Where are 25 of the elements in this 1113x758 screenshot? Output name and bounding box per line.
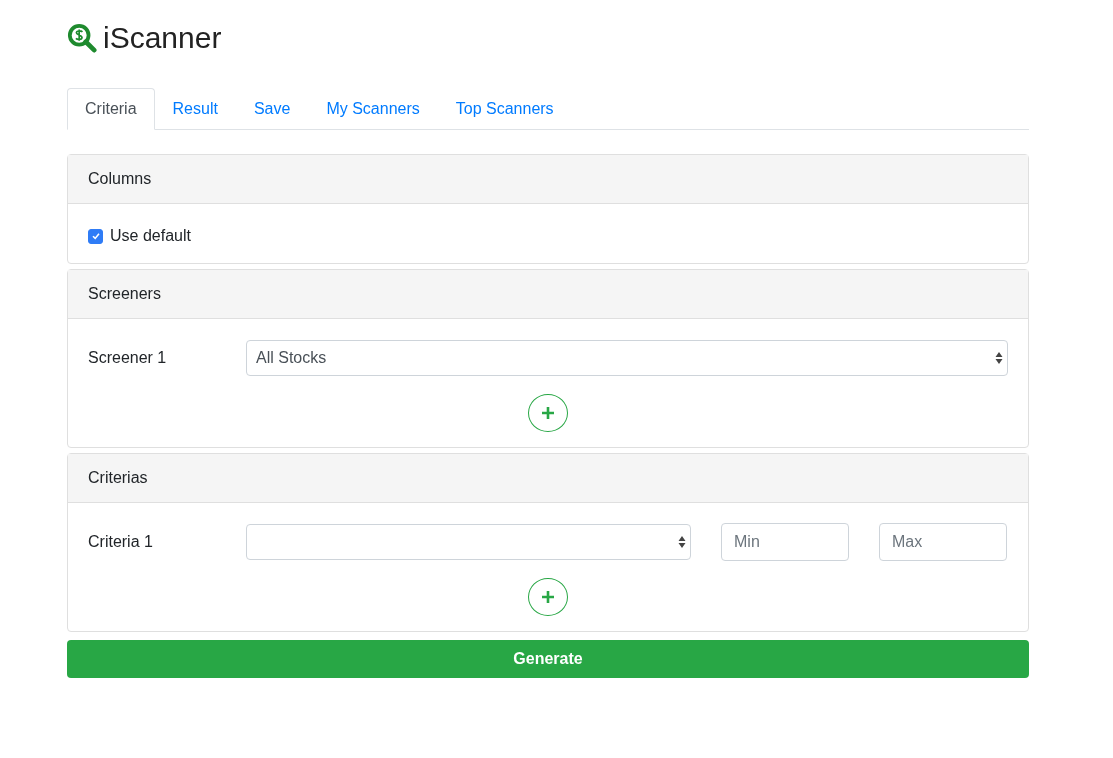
select-arrows-icon	[995, 351, 1003, 365]
row-label: Criteria 1	[88, 533, 154, 551]
card-header: Criterias	[68, 454, 1028, 503]
max-field[interactable]: Max	[879, 523, 1007, 561]
tab[interactable]: Result	[154, 88, 236, 130]
add-button[interactable]	[528, 394, 568, 432]
plus-icon	[541, 590, 555, 604]
checkbox[interactable]	[88, 228, 103, 244]
add-button[interactable]	[528, 578, 568, 616]
min-field[interactable]: Min	[721, 523, 849, 561]
app-title: iScanner	[103, 21, 222, 55]
tab[interactable]: Top Scanners	[437, 88, 572, 130]
row-label: Screener 1	[88, 349, 168, 367]
generate-button[interactable]: Generate	[67, 640, 1029, 678]
card-header: Screeners	[68, 270, 1028, 319]
checkmark-icon	[90, 231, 101, 241]
money-search-icon	[67, 23, 97, 53]
select-arrows-icon	[678, 535, 686, 549]
plus-icon	[541, 406, 555, 420]
tab[interactable]: Save	[235, 88, 309, 130]
tab[interactable]: Criteria	[67, 88, 155, 130]
checkbox-label: Use default	[110, 227, 191, 245]
screener-select[interactable]: All Stocks	[246, 340, 1008, 376]
card-header: Columns	[68, 155, 1028, 204]
tab[interactable]: My Scanners	[308, 88, 438, 130]
